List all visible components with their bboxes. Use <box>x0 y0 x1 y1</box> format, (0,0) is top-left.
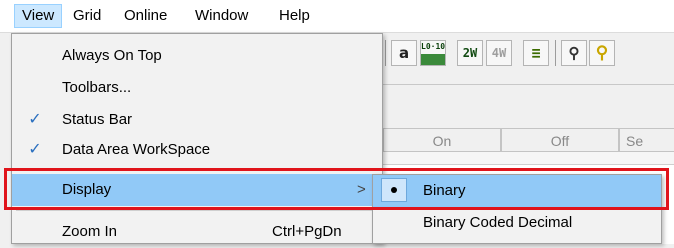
menu-separator <box>16 168 378 169</box>
menu-online[interactable]: Online <box>117 4 174 28</box>
menu-window[interactable]: Window <box>188 4 255 28</box>
checkmark-icon: ✓ <box>28 111 42 128</box>
submenu-item-label: Binary Coded Decimal <box>423 214 573 231</box>
radio-indicator <box>381 178 407 202</box>
menu-grid[interactable]: Grid <box>66 4 108 28</box>
menu-bar: View Grid Online Window Help <box>0 0 674 33</box>
table-row <box>383 152 674 165</box>
font-a-icon[interactable]: a <box>391 40 417 66</box>
toolbar: a L0·10 2W 4W ≡ ⚲ ⚲ <box>383 34 674 85</box>
menu-item-label: Toolbars... <box>62 79 132 96</box>
radio-bullet-icon <box>391 187 397 193</box>
menu-item-label: Zoom In <box>62 223 118 240</box>
display-submenu: Binary Binary Coded Decimal <box>372 174 662 244</box>
column-header-on[interactable]: On <box>383 128 501 152</box>
column-header-off[interactable]: Off <box>501 128 619 152</box>
chevron-right-icon: > <box>357 181 366 198</box>
zoom-icon[interactable]: ⚲ <box>589 40 615 66</box>
menu-help[interactable]: Help <box>272 4 317 28</box>
toolbar-separator <box>385 40 386 66</box>
2w-icon[interactable]: 2W <box>457 40 483 66</box>
menu-item-data-area-workspace[interactable]: ✓ Data Area WorkSpace <box>12 134 382 166</box>
menu-item-label: Always On Top <box>62 47 162 64</box>
menu-item-shortcut: Ctrl+PgDn <box>272 223 342 240</box>
menu-item-label: Display <box>62 181 112 198</box>
menu-item-label: Status Bar <box>62 111 133 128</box>
menu-item-toolbars[interactable]: Toolbars... <box>12 72 382 104</box>
view-menu-dropdown: Always On Top Toolbars... ✓ Status Bar ✓… <box>11 33 383 244</box>
ladder-lo-icon[interactable]: L0·10 <box>420 40 446 66</box>
menu-item-status-bar[interactable]: ✓ Status Bar <box>12 104 382 136</box>
submenu-item-label: Binary <box>423 182 466 199</box>
list-icon[interactable]: ≡ <box>523 40 549 66</box>
menu-separator <box>16 210 378 211</box>
search-icon[interactable]: ⚲ <box>561 40 587 66</box>
menu-item-display[interactable]: Display > <box>12 174 382 206</box>
submenu-item-binary-coded-decimal[interactable]: Binary Coded Decimal <box>373 207 661 239</box>
menu-item-always-on-top[interactable]: Always On Top <box>12 40 382 72</box>
menu-item-label: Data Area WorkSpace <box>62 141 211 158</box>
4w-icon[interactable]: 4W <box>486 40 512 66</box>
toolbar-separator <box>555 40 556 66</box>
column-header-se[interactable]: Se <box>619 128 674 152</box>
checkmark-icon: ✓ <box>28 141 42 158</box>
submenu-item-binary[interactable]: Binary <box>373 175 661 207</box>
menu-item-zoom-in[interactable]: Zoom In Ctrl+PgDn <box>12 216 382 248</box>
menu-view[interactable]: View <box>14 4 63 28</box>
